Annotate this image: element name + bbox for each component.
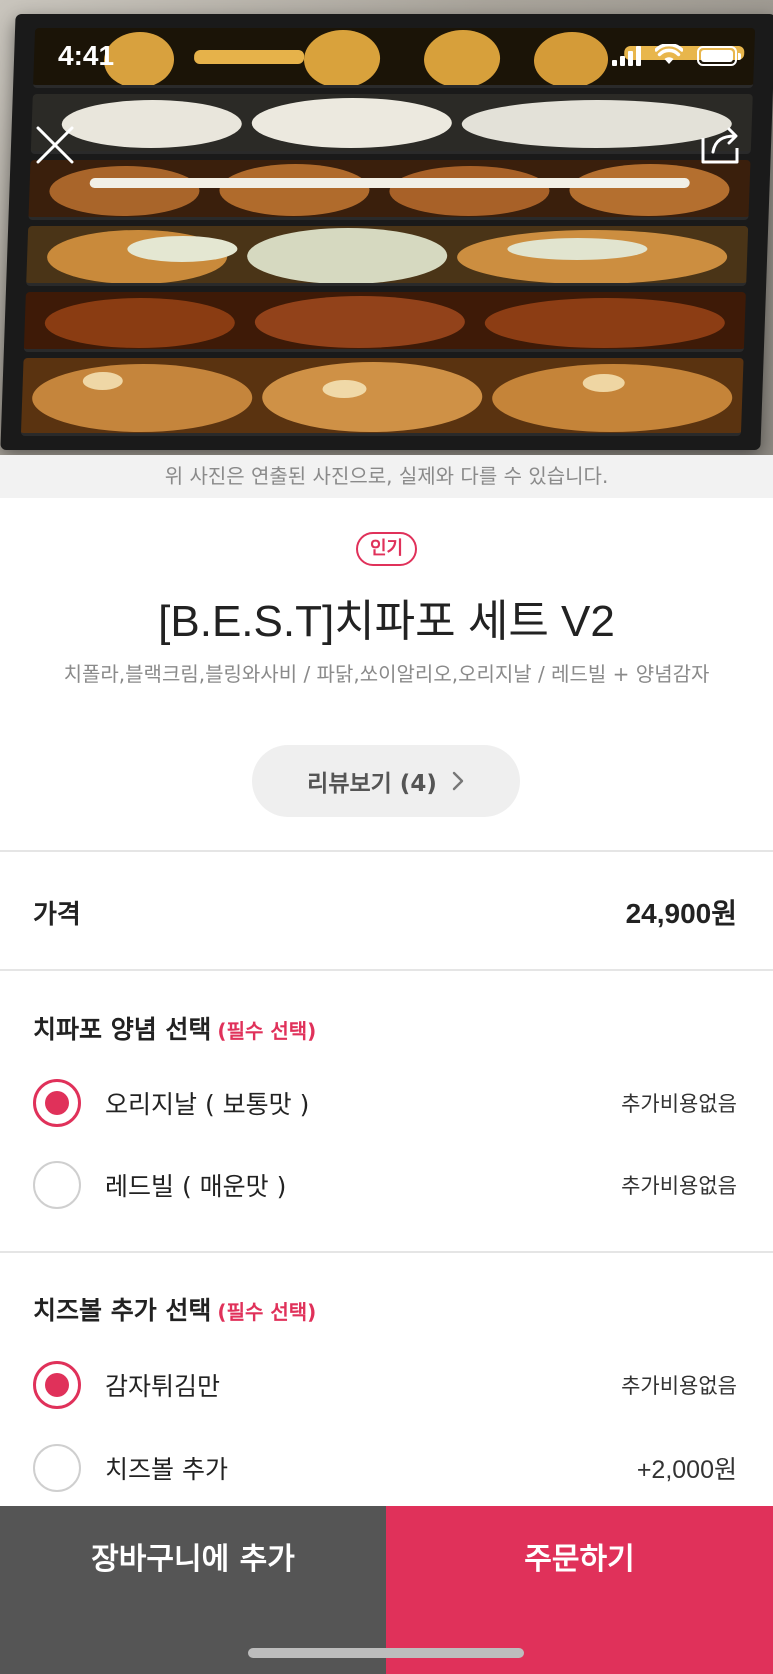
price-label: 가격 [33,899,81,930]
close-icon [36,126,74,164]
status-icons [612,44,741,66]
price-row: 가격 24,900원 [33,892,737,932]
battery-icon [697,46,741,66]
option-original[interactable]: 오리지날 ( 보통맛 ) 추가비용없음 [33,1077,737,1129]
wifi-icon [655,44,683,64]
option-price: +2,000원 [636,1456,737,1484]
option-group-name: 치즈볼 추가 선택 [33,1296,212,1325]
option-label: 감자튀김만 [105,1372,221,1401]
photo-disclaimer: 위 사진은 연출된 사진으로, 실제와 다를 수 있습니다. [0,455,773,498]
option-group-title: 치즈볼 추가 선택 (필수 선택) [33,1291,316,1327]
product-hero-image: 4:41 [0,0,773,455]
price-value: 24,900원 [625,898,737,929]
option-label: 레드빌 ( 매운맛 ) [105,1172,287,1201]
close-button[interactable] [30,120,80,170]
option-price: 추가비용없음 [621,1174,737,1198]
order-label: 주문하기 [524,1542,635,1577]
view-reviews-button[interactable]: 리뷰보기 (4) [252,745,520,817]
option-fries-only[interactable]: 감자튀김만 추가비용없음 [33,1359,737,1411]
required-tag: (필수 선택) [217,1300,317,1324]
share-icon [701,127,739,164]
option-add-cheeseball[interactable]: 치즈볼 추가 +2,000원 [33,1442,737,1494]
chevron-right-icon [452,771,464,791]
radio-selected[interactable] [33,1079,81,1127]
required-tag: (필수 선택) [217,1019,317,1043]
option-price: 추가비용없음 [621,1374,737,1398]
radio-unselected[interactable] [33,1161,81,1209]
divider [0,850,773,852]
view-reviews-label: 리뷰보기 (4) [307,771,437,797]
divider [0,1251,773,1253]
option-group-name: 치파포 양념 선택 [33,1015,212,1044]
cellular-signal-icon [612,46,641,66]
option-price: 추가비용없음 [621,1092,737,1116]
option-redbill[interactable]: 레드빌 ( 매운맛 ) 추가비용없음 [33,1159,737,1211]
option-group-title: 치파포 양념 선택 (필수 선택) [33,1010,316,1046]
product-description: 치폴라,블랙크림,블링와사비 / 파닭,쏘이알리오,오리지날 / 레드빌 + 양… [63,662,710,686]
product-title: [B.E.S.T]치파포 세트 V2 [158,597,615,646]
status-time: 4:41 [58,40,115,71]
option-label: 치즈볼 추가 [105,1455,228,1484]
home-indicator [248,1648,524,1658]
radio-unselected[interactable] [33,1444,81,1492]
popular-badge: 인기 [355,532,418,566]
option-label: 오리지날 ( 보통맛 ) [105,1090,310,1119]
status-bar: 4:41 [0,0,773,100]
divider [0,969,773,971]
radio-selected[interactable] [33,1361,81,1409]
share-button[interactable] [695,120,745,170]
